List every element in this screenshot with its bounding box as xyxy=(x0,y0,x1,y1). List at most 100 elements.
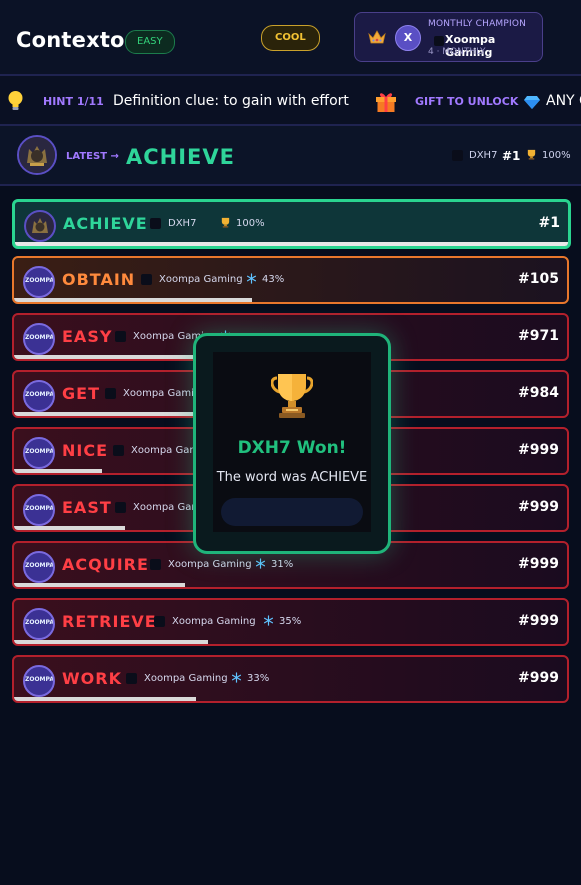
guess-word: ACQUIRE xyxy=(62,555,149,574)
win-headline: DXH7 Won! xyxy=(237,438,347,458)
crown-icon xyxy=(368,30,386,44)
snowflake-icon xyxy=(263,615,274,626)
any-label: ANY C xyxy=(546,93,581,109)
lightbulb-icon xyxy=(8,91,23,110)
guess-rank: #1 xyxy=(538,215,560,231)
flag-icon xyxy=(154,616,165,627)
latest-avatar xyxy=(17,135,57,175)
avatar: ZOOMPA xyxy=(23,323,55,355)
guess-user: Xoompa Gaming xyxy=(172,616,256,627)
avatar-text: ZOOMPA xyxy=(25,334,55,341)
latest-user: DXH7 xyxy=(469,150,498,161)
guess-progress-bar xyxy=(14,697,197,701)
avatar: ZOOMPA xyxy=(23,380,55,412)
latest-word: ACHIEVE xyxy=(126,145,235,169)
guess-user: DXH7 xyxy=(168,218,197,229)
win-modal: DXH7 Won! The word was ACHIEVE xyxy=(193,333,391,554)
flag-icon xyxy=(434,36,444,46)
guess-word: GET xyxy=(62,384,100,403)
guess-progress-bar xyxy=(14,298,252,302)
flag-icon xyxy=(113,445,124,456)
avatar: ZOOMPA xyxy=(23,551,55,583)
win-modal-content: DXH7 Won! The word was ACHIEVE xyxy=(213,352,371,532)
diamond-icon xyxy=(524,96,540,109)
champion-subtitle: 4 · MONTHLY xyxy=(428,47,486,57)
guess-word: NICE xyxy=(62,441,109,460)
guess-word: WORK xyxy=(62,669,122,688)
flag-icon xyxy=(141,274,152,285)
guess-progress-bar xyxy=(15,242,568,246)
guess-row[interactable]: ZOOMPA WORK Xoompa Gaming 33% #999 xyxy=(12,655,569,703)
guess-percent: 35% xyxy=(279,616,302,627)
snowflake-icon xyxy=(255,558,266,569)
win-message: The word was ACHIEVE xyxy=(216,470,368,485)
champion-label: MONTHLY CHAMPION xyxy=(428,19,527,29)
latest-guess-bar: LATEST → ACHIEVE DXH7 #1 100% xyxy=(0,126,581,186)
avatar: ZOOMPA xyxy=(23,437,55,469)
guess-rank: #999 xyxy=(518,670,559,686)
flag-icon xyxy=(150,559,161,570)
guess-progress-bar xyxy=(14,355,219,359)
difficulty-badge[interactable]: EASY xyxy=(125,30,175,54)
guess-rank: #984 xyxy=(518,385,559,401)
latest-label: LATEST → xyxy=(66,151,119,162)
top-header: Contexto EASY COOL X MONTHLY CHAMPION Xo… xyxy=(0,0,581,76)
latest-rank: #1 xyxy=(502,149,521,163)
trophy-icon xyxy=(527,149,536,160)
avatar: ZOOMPA xyxy=(23,608,55,640)
guess-row[interactable]: ZOOMPA RETRIEVE Xoompa Gaming 35% #999 xyxy=(12,598,569,646)
avatar: ZOOMPA xyxy=(23,665,55,697)
guess-row[interactable]: ZOOMPA OBTAIN Xoompa Gaming 43% #105 xyxy=(12,256,569,304)
guess-row[interactable]: ACHIEVE DXH7 100% #1 xyxy=(12,199,571,249)
app-title: Contexto xyxy=(16,28,125,52)
flag-icon xyxy=(115,331,126,342)
guess-rank: #999 xyxy=(518,556,559,572)
avatar-text: ZOOMPA xyxy=(25,562,55,569)
guess-rank: #999 xyxy=(518,613,559,629)
avatar-text: ZOOMPA xyxy=(25,676,55,683)
guess-rank: #971 xyxy=(518,328,559,344)
hint-text: Definition clue: to gain with effort xyxy=(113,93,349,109)
avatar-text: ZOOMPA xyxy=(25,619,55,626)
guess-rank: #999 xyxy=(518,499,559,515)
hint-bar: HINT 1/11 Definition clue: to gain with … xyxy=(0,76,581,126)
avatar: ZOOMPA xyxy=(23,494,55,526)
snowflake-icon xyxy=(231,672,242,683)
latest-percent: 100% xyxy=(542,150,571,161)
trophy-icon xyxy=(271,374,313,418)
cool-badge[interactable]: COOL xyxy=(261,25,320,51)
play-again-button[interactable] xyxy=(221,498,363,526)
avatar-text: ZOOMPA xyxy=(25,505,55,512)
monthly-champion-card[interactable]: X MONTHLY CHAMPION Xoompa Gaming 4 · MON… xyxy=(354,12,543,62)
avatar-text: ZOOMPA xyxy=(25,448,55,455)
flag-icon xyxy=(452,150,463,161)
guess-progress-bar xyxy=(14,469,103,473)
guess-user: Xoompa Gaming xyxy=(144,673,228,684)
avatar: ZOOMPA xyxy=(23,266,55,298)
guess-percent: 100% xyxy=(236,218,265,229)
guess-progress-bar xyxy=(14,526,125,530)
guess-word: EASY xyxy=(62,327,113,346)
guess-word: EAST xyxy=(62,498,112,517)
guess-word: ACHIEVE xyxy=(63,214,148,233)
avatar-text: ZOOMPA xyxy=(25,391,55,398)
guess-rank: #105 xyxy=(518,271,559,287)
guess-user: Xoompa Gaming xyxy=(168,559,252,570)
champion-avatar: X xyxy=(395,25,421,51)
snowflake-icon xyxy=(246,273,257,284)
flag-icon xyxy=(126,673,137,684)
guess-percent: 31% xyxy=(271,559,294,570)
hint-counter[interactable]: HINT 1/11 xyxy=(43,95,104,108)
flag-icon xyxy=(105,388,116,399)
flag-icon xyxy=(115,502,126,513)
guess-progress-bar xyxy=(14,412,197,416)
guess-user: Xoompa Gaming xyxy=(159,274,243,285)
guess-progress-bar xyxy=(14,583,186,587)
guess-percent: 33% xyxy=(247,673,270,684)
avatar xyxy=(24,210,56,242)
guess-word: RETRIEVE xyxy=(62,612,157,631)
guess-progress-bar xyxy=(14,640,208,644)
gift-icon[interactable] xyxy=(374,89,398,113)
guess-rank: #999 xyxy=(518,442,559,458)
gift-to-unlock-label[interactable]: GIFT TO UNLOCK xyxy=(415,95,518,108)
